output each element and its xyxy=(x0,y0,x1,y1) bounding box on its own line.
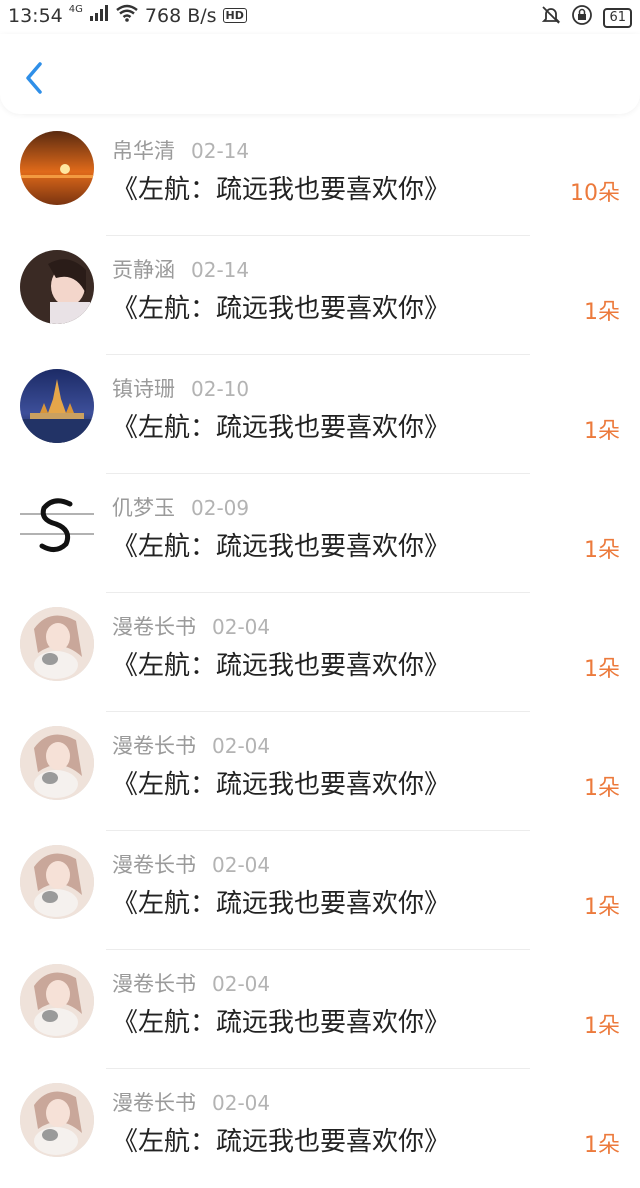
item-meta: 漫卷长书 02-04 xyxy=(112,730,270,760)
user-name: 镇诗珊 xyxy=(112,377,175,401)
flower-count: 1朵 xyxy=(584,1133,620,1158)
avatar[interactable] xyxy=(20,1083,94,1157)
avatar[interactable] xyxy=(20,607,94,681)
girl-cat-image xyxy=(20,607,94,681)
user-name: 仉梦玉 xyxy=(112,496,175,520)
avatar[interactable] xyxy=(20,369,94,443)
list-item[interactable]: 漫卷长书 02-04 《左航：疏远我也要喜欢你》 1朵 xyxy=(0,1069,640,1188)
list-item[interactable]: 漫卷长书 02-04 《左航：疏远我也要喜欢你》 1朵 xyxy=(0,831,640,950)
flower-count: 1朵 xyxy=(584,1014,620,1039)
hd-icon: HD xyxy=(222,8,247,23)
book-title: 《左航：疏远我也要喜欢你》 xyxy=(112,889,451,919)
item-date: 02-04 xyxy=(212,1091,271,1115)
user-name: 漫卷长书 xyxy=(112,615,196,639)
battery-icon: 61 xyxy=(603,7,632,28)
item-meta: 仉梦玉 02-09 xyxy=(112,492,249,522)
bell-off-icon xyxy=(541,5,561,30)
rotation-lock-icon xyxy=(571,4,593,31)
book-title: 《左航：疏远我也要喜欢你》 xyxy=(112,175,451,205)
avatar[interactable] xyxy=(20,131,94,205)
user-name: 贡静涵 xyxy=(112,258,175,282)
chevron-left-icon xyxy=(26,62,42,94)
book-title: 《左航：疏远我也要喜欢你》 xyxy=(112,1008,451,1038)
back-button[interactable] xyxy=(20,60,50,96)
list-item[interactable]: 漫卷长书 02-04 《左航：疏远我也要喜欢你》 1朵 xyxy=(0,950,640,1069)
item-date: 02-04 xyxy=(212,615,271,639)
list-item[interactable]: 漫卷长书 02-04 《左航：疏远我也要喜欢你》 1朵 xyxy=(0,712,640,831)
user-name: 漫卷长书 xyxy=(112,853,196,877)
book-title: 《左航：疏远我也要喜欢你》 xyxy=(112,532,451,562)
status-right: 61 xyxy=(541,4,632,31)
avatar[interactable] xyxy=(20,726,94,800)
girl-cat-image xyxy=(20,964,94,1038)
item-date: 02-09 xyxy=(191,496,250,520)
user-name: 漫卷长书 xyxy=(112,1091,196,1115)
flower-count: 1朵 xyxy=(584,776,620,801)
item-date: 02-14 xyxy=(191,139,250,163)
book-title: 《左航：疏远我也要喜欢你》 xyxy=(112,651,451,681)
avatar[interactable] xyxy=(20,250,94,324)
letter-s-image xyxy=(20,488,94,562)
girl-image xyxy=(20,250,94,324)
list-item[interactable]: 贡静涵 02-14 《左航：疏远我也要喜欢你》 1朵 xyxy=(0,236,640,355)
girl-cat-image xyxy=(20,726,94,800)
network-label: 4G xyxy=(68,4,83,15)
list-item[interactable]: 帛华清 02-14 《左航：疏远我也要喜欢你》 10朵 xyxy=(0,117,640,236)
book-title: 《左航：疏远我也要喜欢你》 xyxy=(112,413,451,443)
avatar[interactable] xyxy=(20,845,94,919)
book-title: 《左航：疏远我也要喜欢你》 xyxy=(112,294,451,324)
item-date: 02-14 xyxy=(191,258,250,282)
item-date: 02-10 xyxy=(191,377,250,401)
girl-cat-image xyxy=(20,845,94,919)
item-date: 02-04 xyxy=(212,972,271,996)
book-title: 《左航：疏远我也要喜欢你》 xyxy=(112,770,451,800)
status-left: 13:54 4G 768 B/s HD xyxy=(8,4,247,27)
network-speed: 768 B/s xyxy=(144,4,217,27)
flower-count: 1朵 xyxy=(584,657,620,682)
user-name: 漫卷长书 xyxy=(112,972,196,996)
status-time: 13:54 xyxy=(8,4,63,27)
item-meta: 镇诗珊 02-10 xyxy=(112,373,249,403)
temple-image xyxy=(20,369,94,443)
wifi-icon xyxy=(115,4,139,27)
flower-count: 1朵 xyxy=(584,538,620,563)
user-name: 帛华清 xyxy=(112,139,175,163)
status-bar: 13:54 4G 768 B/s HD 61 xyxy=(0,0,640,34)
item-date: 02-04 xyxy=(212,734,271,758)
avatar[interactable] xyxy=(20,964,94,1038)
flower-count: 10朵 xyxy=(570,181,620,206)
item-meta: 漫卷长书 02-04 xyxy=(112,611,270,641)
item-meta: 帛华清 02-14 xyxy=(112,135,249,165)
book-title: 《左航：疏远我也要喜欢你》 xyxy=(112,1127,451,1157)
item-meta: 漫卷长书 02-04 xyxy=(112,968,270,998)
list-item[interactable]: 漫卷长书 02-04 《左航：疏远我也要喜欢你》 1朵 xyxy=(0,593,640,712)
header xyxy=(0,34,640,114)
flower-count: 1朵 xyxy=(584,419,620,444)
item-meta: 漫卷长书 02-04 xyxy=(112,849,270,879)
avatar[interactable] xyxy=(20,488,94,562)
list-item[interactable]: 镇诗珊 02-10 《左航：疏远我也要喜欢你》 1朵 xyxy=(0,355,640,474)
list-item[interactable]: 仉梦玉 02-09 《左航：疏远我也要喜欢你》 1朵 xyxy=(0,474,640,593)
signal-icon xyxy=(89,4,109,27)
flower-count: 1朵 xyxy=(584,300,620,325)
flower-count: 1朵 xyxy=(584,895,620,920)
girl-cat-image xyxy=(20,1083,94,1157)
user-name: 漫卷长书 xyxy=(112,734,196,758)
item-meta: 漫卷长书 02-04 xyxy=(112,1087,270,1117)
sunset-image xyxy=(20,131,94,205)
reward-list: 帛华清 02-14 《左航：疏远我也要喜欢你》 10朵 贡静涵 02-14 《左… xyxy=(0,117,640,1188)
item-date: 02-04 xyxy=(212,853,271,877)
item-meta: 贡静涵 02-14 xyxy=(112,254,249,284)
